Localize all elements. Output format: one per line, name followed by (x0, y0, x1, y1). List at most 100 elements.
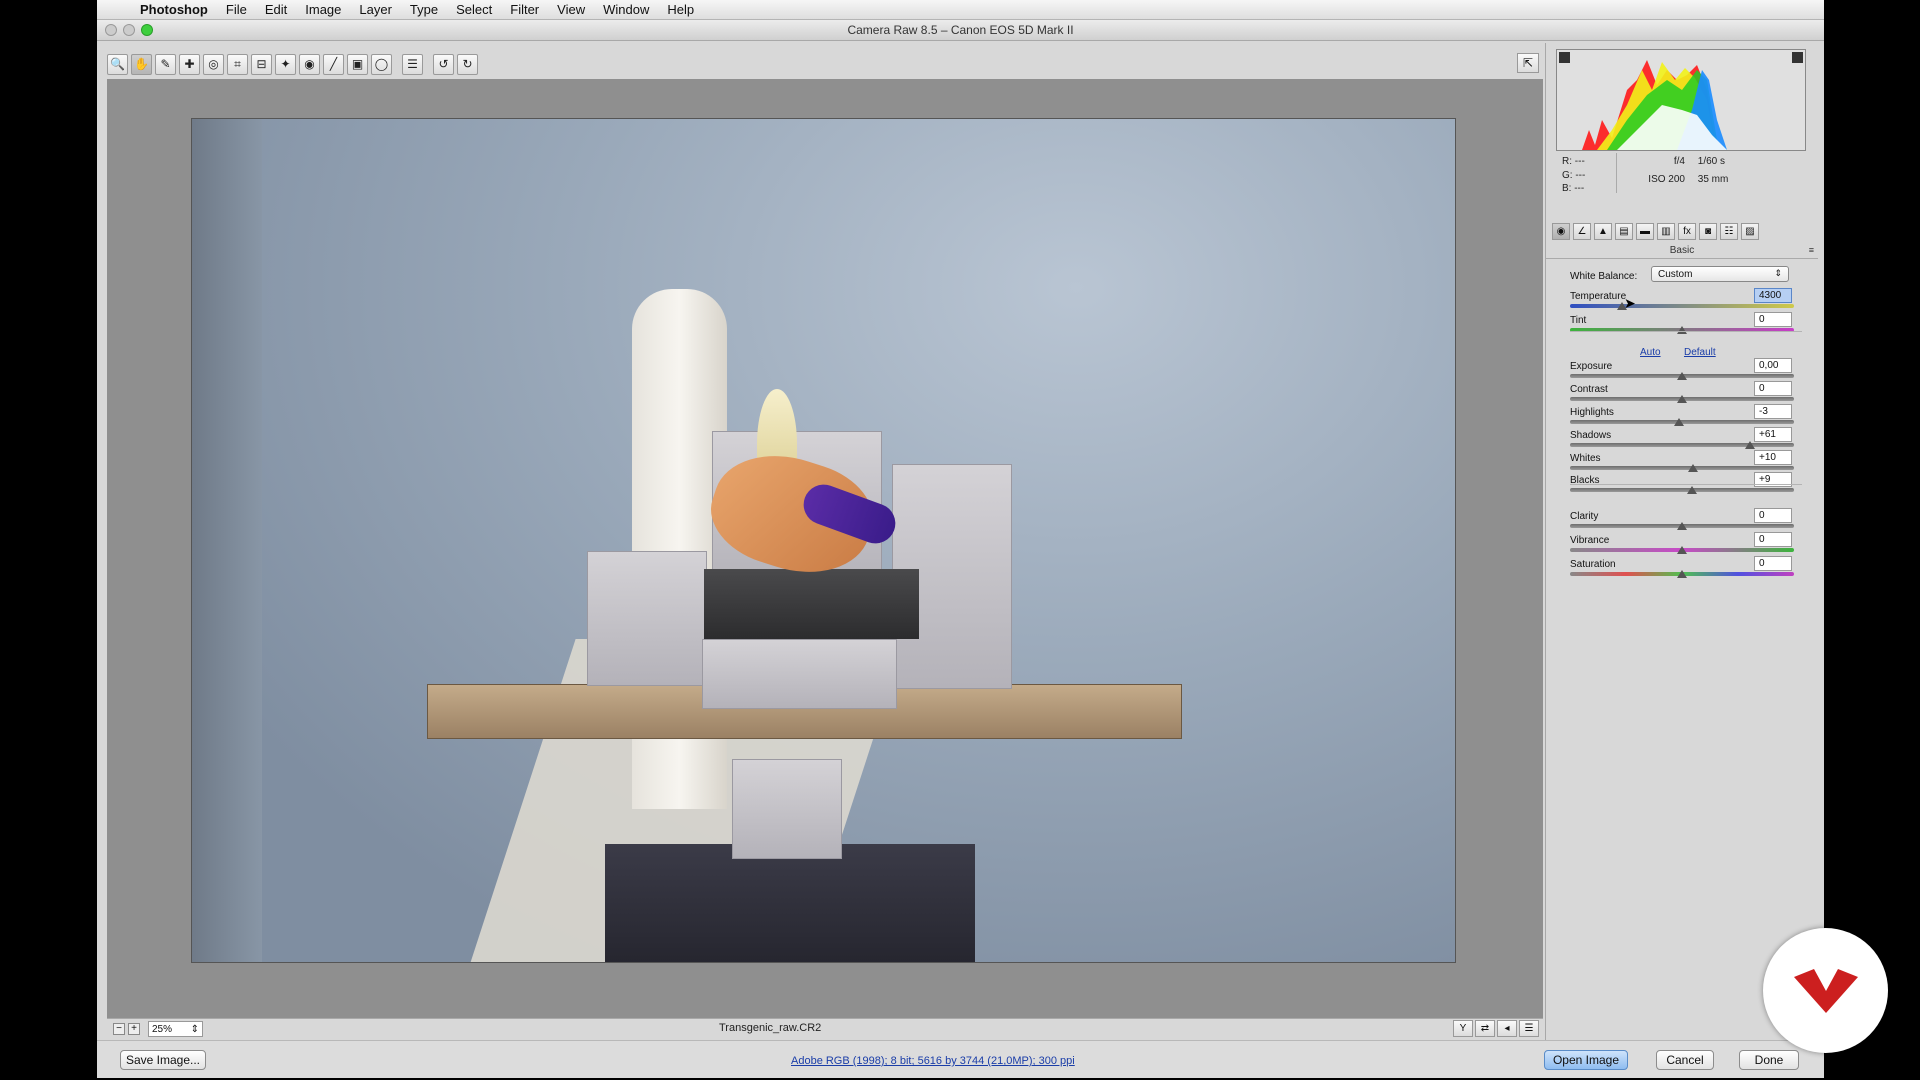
menu-layer[interactable]: Layer (350, 2, 401, 17)
menu-filter[interactable]: Filter (501, 2, 548, 17)
saturation-slider-thumb[interactable] (1677, 569, 1687, 578)
close-window-icon[interactable] (105, 24, 117, 36)
clarity-slider-thumb[interactable] (1677, 521, 1687, 530)
whites-slider-thumb[interactable] (1688, 463, 1699, 472)
vibrance-slider[interactable] (1570, 545, 1794, 554)
tint-slider-thumb[interactable] (1677, 325, 1687, 334)
highlights-slider-thumb[interactable] (1673, 417, 1684, 426)
menu-file[interactable]: File (217, 2, 256, 17)
section-divider (1570, 484, 1802, 485)
tab-snapshots-icon[interactable]: ▨ (1741, 222, 1759, 240)
highlights-value-input[interactable]: -3 (1754, 404, 1792, 419)
tab-lens-corrections-icon[interactable]: ▥ (1657, 222, 1675, 240)
open-image-button[interactable]: Open Image (1544, 1050, 1628, 1070)
zoom-level-select[interactable]: 25% ⇕ (148, 1021, 203, 1037)
panel-menu-icon[interactable]: ≡ (1809, 245, 1814, 255)
tab-camera-calibration-icon[interactable]: ◙ (1699, 222, 1717, 240)
shadows-slider[interactable] (1570, 440, 1794, 449)
zoom-tool-icon[interactable]: 🔍 (107, 53, 128, 75)
vibrance-value-input[interactable]: 0 (1754, 532, 1792, 547)
saturation-slider[interactable] (1570, 569, 1794, 578)
whites-slider[interactable] (1570, 463, 1794, 472)
tint-label: Tint (1570, 315, 1587, 326)
minimize-window-icon[interactable] (123, 24, 135, 36)
fullscreen-toggle-icon[interactable]: ⇱ (1517, 53, 1539, 73)
rotate-right-icon[interactable]: ↻ (457, 53, 478, 75)
menu-window[interactable]: Window (594, 2, 658, 17)
straighten-tool-icon[interactable]: ⊟ (251, 53, 272, 75)
chevron-updown-icon: ⇕ (190, 1023, 199, 1035)
tab-presets-icon[interactable]: ☷ (1720, 222, 1738, 240)
preferences-icon[interactable]: ☰ (402, 53, 423, 75)
tab-effects-icon[interactable]: fx (1678, 222, 1696, 240)
image-preview-area[interactable] (107, 79, 1543, 1018)
contrast-value-input[interactable]: 0 (1754, 381, 1792, 396)
tab-basic-icon[interactable]: ◉ (1552, 222, 1570, 240)
targeted-adjustment-tool-icon[interactable]: ◎ (203, 53, 224, 75)
crop-tool-icon[interactable]: ⌗ (227, 53, 248, 75)
rotate-left-icon[interactable]: ↺ (433, 53, 454, 75)
blacks-slider-thumb[interactable] (1687, 485, 1698, 494)
section-divider (1570, 331, 1802, 332)
radial-filter-icon[interactable]: ◯ (371, 53, 392, 75)
camera-raw-window: Camera Raw 8.5 – Canon EOS 5D Mark II 🔍 ✋… (97, 20, 1824, 1078)
menu-type[interactable]: Type (401, 2, 447, 17)
photo-concrete-block (587, 551, 707, 686)
graduated-filter-icon[interactable]: ▣ (347, 53, 368, 75)
tab-hsl-icon[interactable]: ▤ (1615, 222, 1633, 240)
whites-value-input[interactable]: +10 (1754, 450, 1792, 465)
red-eye-removal-icon[interactable]: ◉ (299, 53, 320, 75)
default-link[interactable]: Default (1684, 347, 1716, 358)
shutter-speed: 1/60 s (1697, 156, 1726, 167)
clarity-value-input[interactable]: 0 (1754, 508, 1792, 523)
tab-detail-icon[interactable]: ▲ (1594, 222, 1612, 240)
menu-view[interactable]: View (548, 2, 594, 17)
zoom-in-icon[interactable]: + (128, 1023, 140, 1035)
temperature-value-input[interactable]: 4300 (1754, 288, 1792, 303)
white-balance-select[interactable]: Custom ⇕ (1651, 266, 1789, 282)
title-bar: Camera Raw 8.5 – Canon EOS 5D Mark II (97, 20, 1824, 41)
shadows-row: Shadows +61 (1570, 427, 1794, 442)
exposure-value-input[interactable]: 0,00 (1754, 358, 1792, 373)
menu-app-photoshop[interactable]: Photoshop (131, 2, 217, 17)
copy-settings-icon[interactable]: ◂ (1497, 1020, 1517, 1037)
exposure-slider[interactable] (1570, 371, 1794, 380)
zoom-out-icon[interactable]: − (113, 1023, 125, 1035)
highlights-slider[interactable] (1570, 417, 1794, 426)
save-image-button[interactable]: Save Image... (120, 1050, 206, 1070)
exposure-slider-thumb[interactable] (1677, 371, 1687, 380)
whites-label: Whites (1570, 453, 1601, 464)
menu-edit[interactable]: Edit (256, 2, 296, 17)
white-balance-tool-icon[interactable]: ✎ (155, 53, 176, 75)
temperature-slider[interactable] (1570, 302, 1794, 310)
toggle-settings-icon[interactable]: ☰ (1519, 1020, 1539, 1037)
menu-help[interactable]: Help (658, 2, 703, 17)
swap-settings-icon[interactable]: ⇄ (1475, 1020, 1495, 1037)
clarity-slider[interactable] (1570, 521, 1794, 530)
vibrance-slider-thumb[interactable] (1677, 545, 1687, 554)
white-balance-label: White Balance: (1570, 271, 1638, 282)
shadows-value-input[interactable]: +61 (1754, 427, 1792, 442)
before-after-view-icon[interactable]: Y (1453, 1020, 1473, 1037)
cancel-button[interactable]: Cancel (1656, 1050, 1714, 1070)
tint-value-input[interactable]: 0 (1754, 312, 1792, 327)
color-sampler-tool-icon[interactable]: ✚ (179, 53, 200, 75)
auto-link[interactable]: Auto (1640, 347, 1661, 358)
photo-pedestal (605, 844, 975, 962)
hand-tool-icon[interactable]: ✋ (131, 53, 152, 75)
contrast-slider[interactable] (1570, 394, 1794, 403)
tab-split-toning-icon[interactable]: ▬ (1636, 222, 1654, 240)
menu-image[interactable]: Image (296, 2, 350, 17)
done-button[interactable]: Done (1739, 1050, 1799, 1070)
tab-tone-curve-icon[interactable]: ∠ (1573, 222, 1591, 240)
shadows-slider-thumb[interactable] (1745, 440, 1756, 449)
menu-select[interactable]: Select (447, 2, 501, 17)
channel-logo (1763, 928, 1888, 1053)
spot-removal-tool-icon[interactable]: ✦ (275, 53, 296, 75)
zoom-window-icon[interactable] (141, 24, 153, 36)
blacks-slider[interactable] (1570, 485, 1794, 494)
workflow-options-link[interactable]: Adobe RGB (1998); 8 bit; 5616 by 3744 (2… (791, 1055, 1075, 1067)
contrast-slider-thumb[interactable] (1677, 394, 1687, 403)
saturation-value-input[interactable]: 0 (1754, 556, 1792, 571)
adjustment-brush-icon[interactable]: ╱ (323, 53, 344, 75)
